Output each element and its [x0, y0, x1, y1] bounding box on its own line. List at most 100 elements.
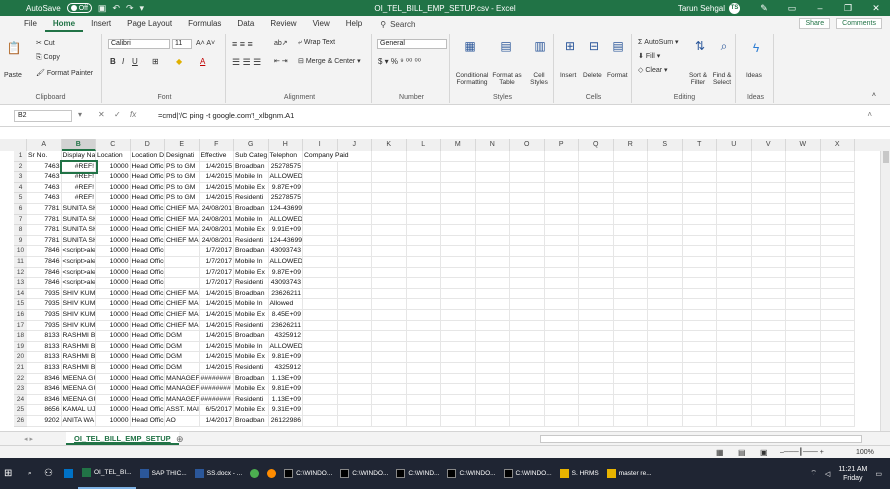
cell[interactable] — [648, 394, 683, 406]
taskbar-cmd-2[interactable]: C:\WINDO... — [336, 458, 392, 489]
cell[interactable] — [544, 235, 579, 247]
cell[interactable] — [717, 394, 752, 406]
cell[interactable] — [406, 172, 441, 183]
cell[interactable] — [751, 373, 786, 385]
cell[interactable]: Designati — [165, 151, 200, 162]
cell[interactable] — [613, 416, 648, 427]
cell[interactable] — [682, 405, 717, 416]
cell[interactable] — [337, 394, 372, 406]
cell[interactable]: 7781 — [27, 214, 62, 226]
undo-icon[interactable]: ↶ — [112, 3, 120, 14]
cell[interactable] — [372, 267, 407, 279]
taskbar-cmd-3[interactable]: C:\WIND... — [392, 458, 443, 489]
cell[interactable] — [372, 246, 407, 257]
row-header[interactable]: 10 — [14, 246, 27, 257]
cell[interactable] — [475, 320, 510, 332]
search-box[interactable]: ⚲ Search — [380, 20, 415, 29]
cell[interactable]: Mobile Ex — [234, 267, 269, 279]
cell[interactable] — [751, 151, 786, 162]
cell[interactable] — [786, 384, 821, 395]
cell[interactable]: 10000 — [96, 299, 131, 310]
row-header[interactable]: 8 — [14, 225, 27, 236]
taskbar-sap[interactable]: SAP THIC... — [136, 458, 191, 489]
cell[interactable]: 24/08/201 — [199, 214, 234, 226]
cell[interactable] — [303, 193, 338, 204]
cell[interactable] — [786, 225, 821, 236]
cell[interactable] — [786, 320, 821, 332]
cell[interactable] — [475, 278, 510, 289]
cell[interactable] — [613, 352, 648, 363]
cell[interactable] — [682, 331, 717, 342]
cell[interactable] — [441, 182, 476, 194]
autosave-toggle[interactable]: Off — [66, 3, 92, 13]
cell[interactable] — [441, 235, 476, 247]
tab-formulas[interactable]: Formulas — [180, 16, 229, 32]
cell[interactable] — [441, 384, 476, 395]
cell[interactable] — [786, 151, 821, 162]
cell[interactable] — [475, 331, 510, 342]
cell[interactable] — [751, 225, 786, 236]
cell[interactable] — [751, 257, 786, 268]
cell[interactable] — [682, 182, 717, 194]
column-header-X[interactable]: X — [821, 139, 855, 151]
cell[interactable]: 10000 — [96, 310, 131, 321]
cell[interactable] — [579, 352, 614, 363]
cell[interactable] — [475, 151, 510, 162]
cell[interactable]: #REF! — [61, 193, 96, 204]
cell[interactable]: #REF! — [61, 172, 96, 183]
conditional-formatting-button[interactable]: Conditional Formatting — [454, 72, 490, 86]
cell[interactable] — [717, 235, 752, 247]
cell-styles-button[interactable]: Cell Styles — [526, 72, 552, 86]
function-icon[interactable]: fx — [130, 110, 136, 119]
cell[interactable] — [165, 246, 200, 257]
cell[interactable] — [820, 151, 855, 162]
cell[interactable]: Head Offic — [130, 214, 165, 226]
currency-icon[interactable]: $ ▾ % ⁹ ⁰⁰ ⁰⁰ — [378, 57, 421, 66]
cell[interactable] — [303, 384, 338, 395]
cell[interactable] — [613, 384, 648, 395]
cell[interactable]: 10000 — [96, 278, 131, 289]
cell[interactable] — [648, 151, 683, 162]
cell[interactable] — [337, 405, 372, 416]
cell[interactable] — [717, 204, 752, 215]
cell[interactable] — [475, 182, 510, 194]
cell[interactable] — [372, 161, 407, 173]
cell[interactable]: CHIEF MA — [165, 320, 200, 332]
cell-styles-icon[interactable]: ▥ — [532, 38, 548, 54]
search-taskbar-icon[interactable]: ⌕ — [24, 458, 40, 489]
cell[interactable] — [682, 310, 717, 321]
cell[interactable]: 7463 — [27, 182, 62, 194]
cell[interactable] — [372, 416, 407, 427]
cell[interactable] — [682, 257, 717, 268]
cell[interactable] — [682, 204, 717, 215]
cell[interactable] — [751, 405, 786, 416]
taskbar-master[interactable]: master re... — [603, 458, 656, 489]
column-header-F[interactable]: F — [200, 139, 234, 151]
cell[interactable] — [441, 331, 476, 342]
cell[interactable] — [337, 204, 372, 215]
cell[interactable] — [613, 341, 648, 353]
cell[interactable] — [751, 310, 786, 321]
cell[interactable]: 10000 — [96, 405, 131, 416]
cell[interactable]: 7846 — [27, 278, 62, 289]
cell[interactable] — [303, 278, 338, 289]
cell[interactable] — [579, 310, 614, 321]
cell[interactable] — [786, 341, 821, 353]
cell[interactable]: Head Office — [130, 246, 165, 257]
cell[interactable]: 10000 — [96, 394, 131, 406]
cell[interactable] — [682, 235, 717, 247]
cell[interactable] — [510, 172, 545, 183]
cell[interactable]: CHIEF MA — [165, 225, 200, 236]
cell[interactable]: Mobile In — [234, 257, 269, 268]
cell[interactable]: ######## — [199, 384, 234, 395]
format-cells-icon[interactable]: ▤ — [610, 38, 626, 54]
cell[interactable] — [751, 416, 786, 427]
cell[interactable] — [337, 288, 372, 300]
cell[interactable]: CHIEF MA — [165, 288, 200, 300]
cell[interactable] — [510, 278, 545, 289]
cell[interactable] — [441, 363, 476, 374]
cell[interactable] — [820, 288, 855, 300]
cell[interactable] — [510, 204, 545, 215]
cell[interactable]: PS to GM — [165, 182, 200, 194]
cell[interactable] — [613, 161, 648, 173]
